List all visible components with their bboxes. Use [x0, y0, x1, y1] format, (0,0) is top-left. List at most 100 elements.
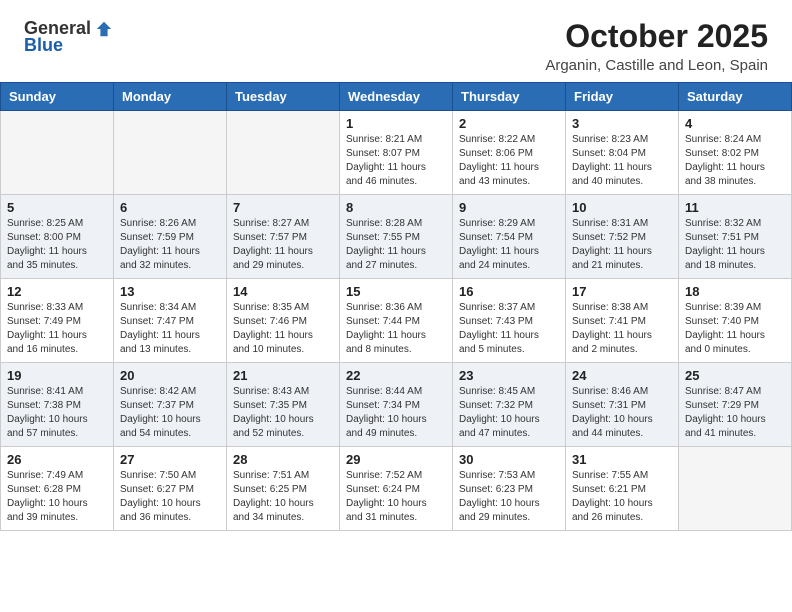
header-monday: Monday: [114, 83, 227, 111]
day-info: Sunrise: 8:47 AM Sunset: 7:29 PM Dayligh…: [685, 385, 785, 441]
calendar-day-cell: 1 Sunrise: 8:21 AM Sunset: 8:07 PM Daylig…: [340, 111, 453, 195]
day-info: Sunrise: 8:23 AM Sunset: 8:04 PM Dayligh…: [572, 133, 672, 189]
day-number: 16: [459, 284, 559, 299]
calendar-day-cell: 28Sunrise: 7:51 AM Sunset: 6:25 PM Dayli…: [227, 447, 340, 531]
calendar-day-cell: 26 Sunrise: 7:49 AM Sunset: 6:28 PM Dayli…: [1, 447, 114, 531]
header-saturday: Saturday: [679, 83, 792, 111]
day-info: Sunrise: 8:33 AM Sunset: 7:49 PM Dayligh…: [7, 301, 107, 357]
calendar-day-cell: 4 Sunrise: 8:24 AM Sunset: 8:02 PM Daylig…: [679, 111, 792, 195]
day-number: 3: [572, 116, 672, 131]
day-number: 6: [120, 200, 220, 215]
day-number: 23: [459, 368, 559, 383]
calendar-day-cell: 10 Sunrise: 8:31 AM Sunset: 7:52 PM Dayli…: [566, 195, 679, 279]
calendar-day-cell: 5 Sunrise: 8:25 AM Sunset: 8:00 PM Daylig…: [1, 195, 114, 279]
day-number: 14: [233, 284, 333, 299]
calendar-day-cell: 2 Sunrise: 8:22 AM Sunset: 8:06 PM Daylig…: [453, 111, 566, 195]
day-info: Sunrise: 7:53 AM Sunset: 6:23 PM Dayligh…: [459, 469, 559, 525]
day-info: Sunrise: 8:38 AM Sunset: 7:41 PM Dayligh…: [572, 301, 672, 357]
calendar-day-cell: [679, 447, 792, 531]
calendar-day-cell: 13 Sunrise: 8:34 AM Sunset: 7:47 PM Dayli…: [114, 279, 227, 363]
calendar-day-cell: 16 Sunrise: 8:37 AM Sunset: 7:43 PM Dayli…: [453, 279, 566, 363]
day-info: Sunrise: 8:42 AM Sunset: 7:37 PM Dayligh…: [120, 385, 220, 441]
day-number: 19: [7, 368, 107, 383]
calendar-day-cell: 29Sunrise: 7:52 AM Sunset: 6:24 PM Dayli…: [340, 447, 453, 531]
day-number: 25: [685, 368, 785, 383]
logo: General Blue: [24, 18, 113, 56]
day-number: 11: [685, 200, 785, 215]
day-number: 22: [346, 368, 446, 383]
header-friday: Friday: [566, 83, 679, 111]
calendar-day-cell: [1, 111, 114, 195]
day-number: 2: [459, 116, 559, 131]
calendar-day-cell: 9Sunrise: 8:29 AM Sunset: 7:54 PM Daylig…: [453, 195, 566, 279]
day-info: Sunrise: 8:25 AM Sunset: 8:00 PM Dayligh…: [7, 217, 107, 273]
calendar-day-cell: 27 Sunrise: 7:50 AM Sunset: 6:27 PM Dayli…: [114, 447, 227, 531]
day-info: Sunrise: 8:46 AM Sunset: 7:31 PM Dayligh…: [572, 385, 672, 441]
calendar-day-cell: 21 Sunrise: 8:43 AM Sunset: 7:35 PM Dayli…: [227, 363, 340, 447]
location-subtitle: Arganin, Castille and Leon, Spain: [545, 57, 768, 74]
calendar-day-cell: 15Sunrise: 8:36 AM Sunset: 7:44 PM Dayli…: [340, 279, 453, 363]
day-info: Sunrise: 8:35 AM Sunset: 7:46 PM Dayligh…: [233, 301, 333, 357]
day-number: 7: [233, 200, 333, 215]
day-info: Sunrise: 8:36 AM Sunset: 7:44 PM Dayligh…: [346, 301, 446, 357]
day-info: Sunrise: 8:26 AM Sunset: 7:59 PM Dayligh…: [120, 217, 220, 273]
day-info: Sunrise: 7:55 AM Sunset: 6:21 PM Dayligh…: [572, 469, 672, 525]
header: General Blue October 2025 Arganin, Casti…: [0, 0, 792, 82]
calendar-day-cell: 20 Sunrise: 8:42 AM Sunset: 7:37 PM Dayli…: [114, 363, 227, 447]
day-info: Sunrise: 7:49 AM Sunset: 6:28 PM Dayligh…: [7, 469, 107, 525]
calendar-day-cell: 24 Sunrise: 8:46 AM Sunset: 7:31 PM Dayli…: [566, 363, 679, 447]
calendar-week-row: 12 Sunrise: 8:33 AM Sunset: 7:49 PM Dayli…: [1, 279, 792, 363]
day-number: 27: [120, 452, 220, 467]
month-year-title: October 2025: [545, 18, 768, 55]
day-number: 8: [346, 200, 446, 215]
day-number: 26: [7, 452, 107, 467]
day-number: 5: [7, 200, 107, 215]
calendar-day-cell: 7Sunrise: 8:27 AM Sunset: 7:57 PM Daylig…: [227, 195, 340, 279]
day-info: Sunrise: 8:34 AM Sunset: 7:47 PM Dayligh…: [120, 301, 220, 357]
day-info: Sunrise: 8:44 AM Sunset: 7:34 PM Dayligh…: [346, 385, 446, 441]
day-number: 10: [572, 200, 672, 215]
calendar-week-row: 26 Sunrise: 7:49 AM Sunset: 6:28 PM Dayli…: [1, 447, 792, 531]
calendar-week-row: 19Sunrise: 8:41 AM Sunset: 7:38 PM Dayli…: [1, 363, 792, 447]
day-info: Sunrise: 8:37 AM Sunset: 7:43 PM Dayligh…: [459, 301, 559, 357]
header-thursday: Thursday: [453, 83, 566, 111]
calendar-table: Sunday Monday Tuesday Wednesday Thursday…: [0, 82, 792, 531]
day-number: 29: [346, 452, 446, 467]
logo-icon: [95, 20, 113, 38]
day-info: Sunrise: 8:21 AM Sunset: 8:07 PM Dayligh…: [346, 133, 446, 189]
calendar-day-cell: 23Sunrise: 8:45 AM Sunset: 7:32 PM Dayli…: [453, 363, 566, 447]
weekday-header-row: Sunday Monday Tuesday Wednesday Thursday…: [1, 83, 792, 111]
day-number: 30: [459, 452, 559, 467]
calendar-day-cell: 6 Sunrise: 8:26 AM Sunset: 7:59 PM Daylig…: [114, 195, 227, 279]
calendar-week-row: 1 Sunrise: 8:21 AM Sunset: 8:07 PM Daylig…: [1, 111, 792, 195]
day-info: Sunrise: 8:29 AM Sunset: 7:54 PM Dayligh…: [459, 217, 559, 273]
day-number: 28: [233, 452, 333, 467]
calendar-day-cell: 31 Sunrise: 7:55 AM Sunset: 6:21 PM Dayli…: [566, 447, 679, 531]
day-number: 31: [572, 452, 672, 467]
day-number: 24: [572, 368, 672, 383]
header-sunday: Sunday: [1, 83, 114, 111]
calendar-day-cell: [114, 111, 227, 195]
day-info: Sunrise: 7:50 AM Sunset: 6:27 PM Dayligh…: [120, 469, 220, 525]
day-number: 13: [120, 284, 220, 299]
day-number: 21: [233, 368, 333, 383]
logo-blue-text: Blue: [24, 35, 63, 56]
calendar-day-cell: 11Sunrise: 8:32 AM Sunset: 7:51 PM Dayli…: [679, 195, 792, 279]
day-number: 18: [685, 284, 785, 299]
day-info: Sunrise: 8:43 AM Sunset: 7:35 PM Dayligh…: [233, 385, 333, 441]
calendar-day-cell: 14 Sunrise: 8:35 AM Sunset: 7:46 PM Dayli…: [227, 279, 340, 363]
day-info: Sunrise: 8:39 AM Sunset: 7:40 PM Dayligh…: [685, 301, 785, 357]
calendar-day-cell: 17Sunrise: 8:38 AM Sunset: 7:41 PM Dayli…: [566, 279, 679, 363]
day-number: 4: [685, 116, 785, 131]
day-number: 1: [346, 116, 446, 131]
page: General Blue October 2025 Arganin, Casti…: [0, 0, 792, 612]
day-info: Sunrise: 8:31 AM Sunset: 7:52 PM Dayligh…: [572, 217, 672, 273]
calendar-day-cell: 3 Sunrise: 8:23 AM Sunset: 8:04 PM Daylig…: [566, 111, 679, 195]
day-info: Sunrise: 8:28 AM Sunset: 7:55 PM Dayligh…: [346, 217, 446, 273]
day-number: 12: [7, 284, 107, 299]
day-number: 20: [120, 368, 220, 383]
day-info: Sunrise: 8:22 AM Sunset: 8:06 PM Dayligh…: [459, 133, 559, 189]
calendar-day-cell: 19Sunrise: 8:41 AM Sunset: 7:38 PM Dayli…: [1, 363, 114, 447]
calendar-day-cell: 30 Sunrise: 7:53 AM Sunset: 6:23 PM Dayli…: [453, 447, 566, 531]
day-info: Sunrise: 8:24 AM Sunset: 8:02 PM Dayligh…: [685, 133, 785, 189]
